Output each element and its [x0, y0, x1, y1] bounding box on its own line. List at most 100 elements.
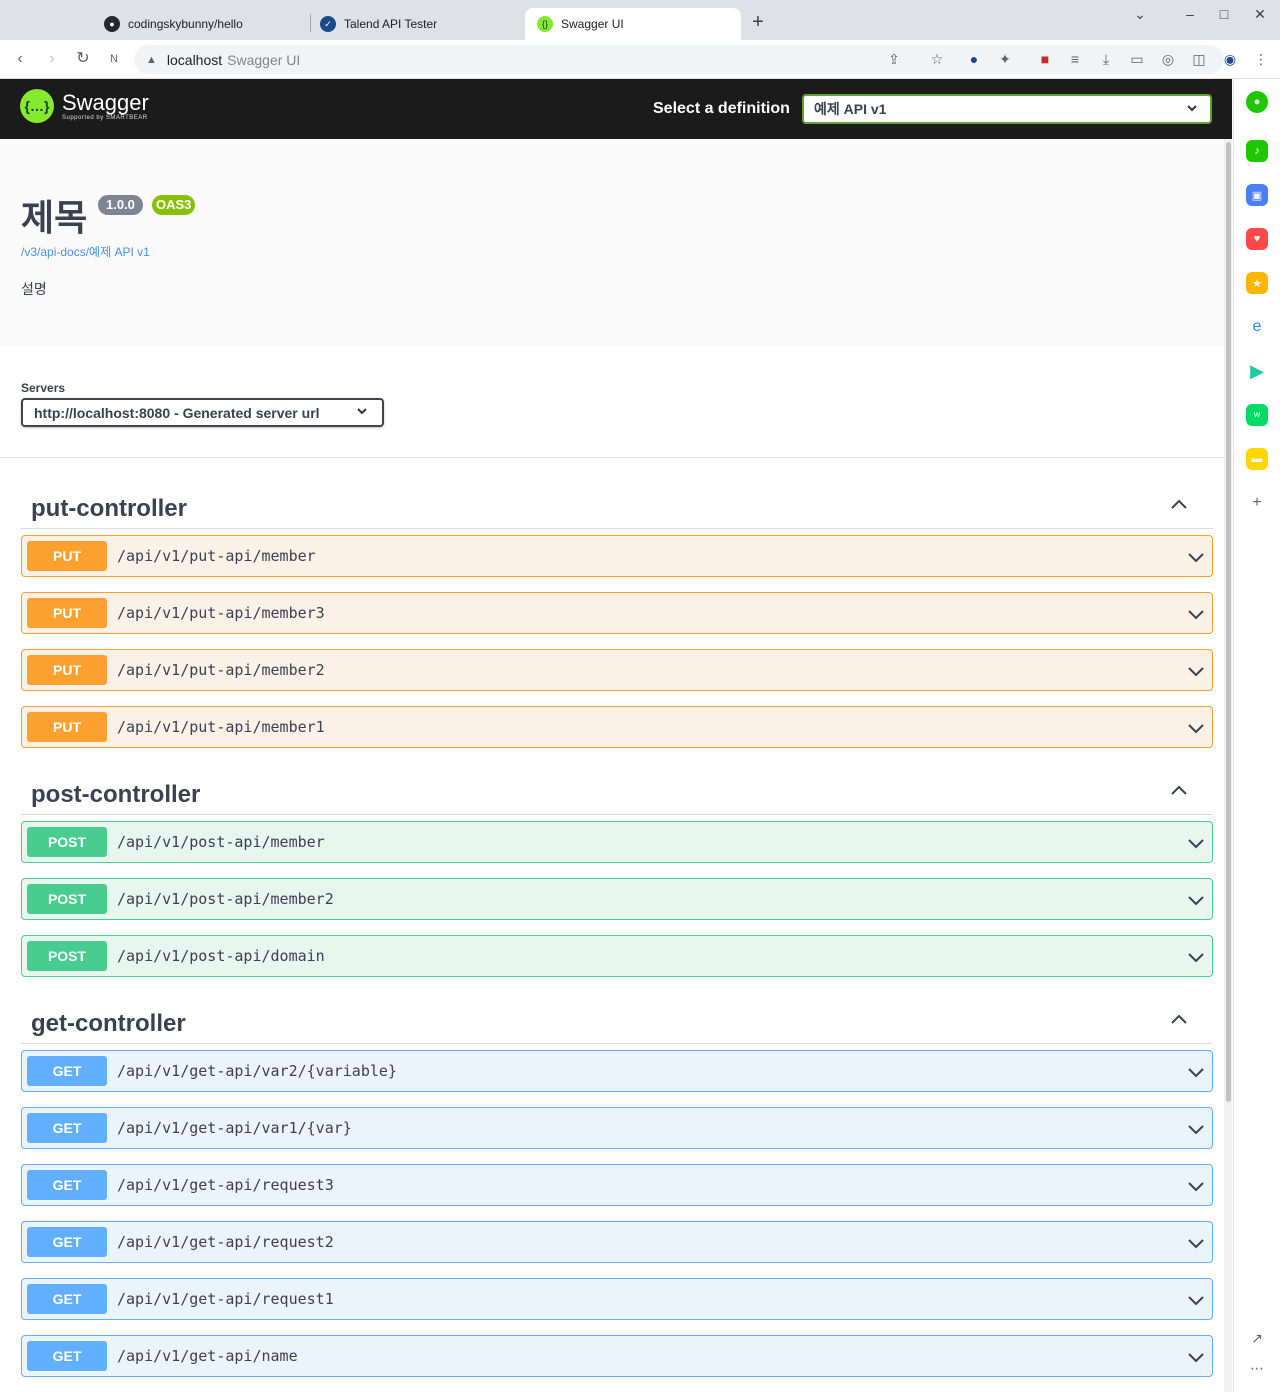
- tab-title: Swagger UI: [561, 17, 624, 31]
- menu-icon[interactable]: ⋮: [1252, 50, 1270, 68]
- pocket-icon[interactable]: ♥: [1246, 228, 1268, 250]
- close-window-icon[interactable]: ✕: [1250, 4, 1270, 24]
- tab-talend[interactable]: ✓ Talend API Tester: [308, 8, 524, 40]
- address-host: localhost: [166, 51, 223, 68]
- operation-row[interactable]: GET /api/v1/get-api/request1: [21, 1278, 1213, 1320]
- servers-select-value: http://localhost:8080 - Generated server…: [34, 404, 320, 421]
- version-badge: 1.0.0: [98, 195, 143, 215]
- talend-extension-icon[interactable]: ●: [965, 50, 983, 68]
- play-icon[interactable]: ▶: [1246, 360, 1268, 382]
- star-icon[interactable]: ★: [1246, 272, 1268, 294]
- operation-row[interactable]: GET /api/v1/get-api/request3: [21, 1164, 1213, 1206]
- chevron-down-icon: [1186, 102, 1198, 117]
- definition-select[interactable]: 예제 API v1: [802, 94, 1212, 124]
- operation-row[interactable]: GET /api/v1/get-api/request2: [21, 1221, 1213, 1263]
- operation-path: /api/v1/post-api/domain: [117, 947, 325, 965]
- chevron-down-icon: [1186, 547, 1206, 567]
- api-description: 설명: [21, 281, 47, 297]
- chevron-up-icon: [1169, 1010, 1189, 1030]
- reading-list-icon[interactable]: ≡: [1066, 50, 1084, 68]
- tab-github[interactable]: ● codingskybunny/hello: [92, 8, 308, 40]
- address-bar[interactable]: ▲ localhost Swagger UI: [134, 45, 1224, 74]
- group-header-get-controller[interactable]: get-controller: [21, 1000, 1213, 1044]
- memo-icon[interactable]: ▬: [1246, 448, 1268, 470]
- method-badge: POST: [27, 941, 107, 971]
- share-icon[interactable]: ⇪: [885, 50, 903, 68]
- download-icon[interactable]: ⤓: [1097, 50, 1115, 68]
- chevron-down-icon: [356, 405, 368, 420]
- sidebar-toggle-icon[interactable]: ◫: [1190, 50, 1208, 68]
- servers-section: Servers http://localhost:8080 - Generate…: [0, 346, 1232, 458]
- method-badge: POST: [27, 827, 107, 857]
- operation-row[interactable]: POST /api/v1/post-api/domain: [21, 935, 1213, 977]
- group-header-post-controller[interactable]: post-controller: [21, 771, 1213, 815]
- tab-search-icon[interactable]: ⌄: [1130, 4, 1150, 24]
- reload-icon[interactable]: ↻: [73, 49, 93, 69]
- naver-icon[interactable]: ●: [1246, 91, 1268, 113]
- operation-path: /api/v1/put-api/member2: [117, 661, 325, 679]
- bookmark-star-icon[interactable]: ☆: [928, 50, 946, 68]
- operation-path: /api/v1/get-api/request3: [117, 1176, 334, 1194]
- operation-path: /api/v1/post-api/member: [117, 833, 325, 851]
- webtoon-icon[interactable]: W: [1246, 404, 1268, 426]
- scrollbar-thumb[interactable]: [1226, 142, 1231, 1102]
- chevron-up-icon: [1169, 495, 1189, 515]
- notion-extension-icon[interactable]: N: [104, 49, 124, 69]
- servers-select[interactable]: http://localhost:8080 - Generated server…: [21, 398, 384, 427]
- chevron-down-icon: [1186, 718, 1206, 738]
- operation-path: /api/v1/put-api/member1: [117, 718, 325, 736]
- minimize-icon[interactable]: –: [1180, 4, 1200, 24]
- operation-row[interactable]: PUT /api/v1/put-api/member2: [21, 649, 1213, 691]
- open-external-icon[interactable]: ↗: [1246, 1327, 1268, 1349]
- more-icon[interactable]: ⋯: [1246, 1357, 1268, 1379]
- operation-row[interactable]: GET /api/v1/get-api/name: [21, 1335, 1213, 1377]
- forward-icon[interactable]: ›: [42, 49, 62, 69]
- method-badge: PUT: [27, 541, 107, 571]
- operation-row[interactable]: POST /api/v1/post-api/member: [21, 821, 1213, 863]
- method-badge: GET: [27, 1170, 107, 1200]
- operation-row[interactable]: PUT /api/v1/put-api/member3: [21, 592, 1213, 634]
- chevron-down-icon: [1186, 947, 1206, 967]
- address-page-title: Swagger UI: [227, 51, 301, 68]
- swagger-logo-icon: {…}: [20, 89, 54, 123]
- api-docs-link[interactable]: /v3/api-docs/예제 API v1: [21, 243, 150, 260]
- operation-path: /api/v1/get-api/var2/{variable}: [117, 1062, 397, 1080]
- tab-swagger[interactable]: {} Swagger UI: [525, 8, 741, 40]
- edge-icon[interactable]: e: [1246, 316, 1268, 338]
- swagger-logo-sub: Supported by SMARTBEAR: [62, 115, 148, 121]
- new-tab-button[interactable]: +: [748, 12, 768, 32]
- maximize-icon[interactable]: □: [1214, 4, 1234, 24]
- add-icon[interactable]: +: [1246, 492, 1268, 514]
- swagger-topbar: {…} Swagger Supported by SMARTBEAR Selec…: [0, 79, 1232, 139]
- operation-row[interactable]: POST /api/v1/post-api/member2: [21, 878, 1213, 920]
- chevron-down-icon: [1186, 1290, 1206, 1310]
- check-circle-icon: ✓: [320, 16, 336, 32]
- operation-path: /api/v1/get-api/name: [117, 1347, 298, 1365]
- chevron-down-icon: [1186, 1233, 1206, 1253]
- briefcase-icon[interactable]: ▣: [1246, 184, 1268, 206]
- browser-titlebar: ● codingskybunny/hello ✓ Talend API Test…: [0, 0, 1280, 40]
- method-badge: GET: [27, 1341, 107, 1371]
- api-title: 제목: [21, 197, 88, 238]
- browser-side-panel: ● ♪ ▣ ♥ ★ e ▶ W ▬ + ↗ ⋯: [1233, 79, 1280, 1392]
- method-badge: GET: [27, 1056, 107, 1086]
- extensions-icon[interactable]: ✦: [996, 50, 1014, 68]
- operation-row[interactable]: PUT /api/v1/put-api/member: [21, 535, 1213, 577]
- swagger-logo-text: Swagger: [62, 90, 149, 115]
- chevron-up-icon: [1169, 781, 1189, 801]
- definition-select-value: 예제 API v1: [814, 101, 887, 117]
- chevron-down-icon: [1186, 1347, 1206, 1367]
- method-badge: PUT: [27, 655, 107, 685]
- profile-avatar-icon[interactable]: ◉: [1221, 50, 1239, 68]
- operation-row[interactable]: GET /api/v1/get-api/var2/{variable}: [21, 1050, 1213, 1092]
- operation-row[interactable]: PUT /api/v1/put-api/member1: [21, 706, 1213, 748]
- notification-bell-icon[interactable]: ♪: [1246, 140, 1268, 162]
- swagger-logo[interactable]: {…} Swagger Supported by SMARTBEAR: [20, 89, 149, 123]
- flag-extension-icon[interactable]: ■: [1036, 50, 1054, 68]
- chevron-down-icon: [1186, 1119, 1206, 1139]
- operation-row[interactable]: GET /api/v1/get-api/var1/{var}: [21, 1107, 1213, 1149]
- group-header-put-controller[interactable]: put-controller: [21, 485, 1213, 529]
- back-icon[interactable]: ‹: [10, 49, 30, 69]
- screenshot-icon[interactable]: ◎: [1159, 50, 1177, 68]
- cast-icon[interactable]: ▭: [1128, 50, 1146, 68]
